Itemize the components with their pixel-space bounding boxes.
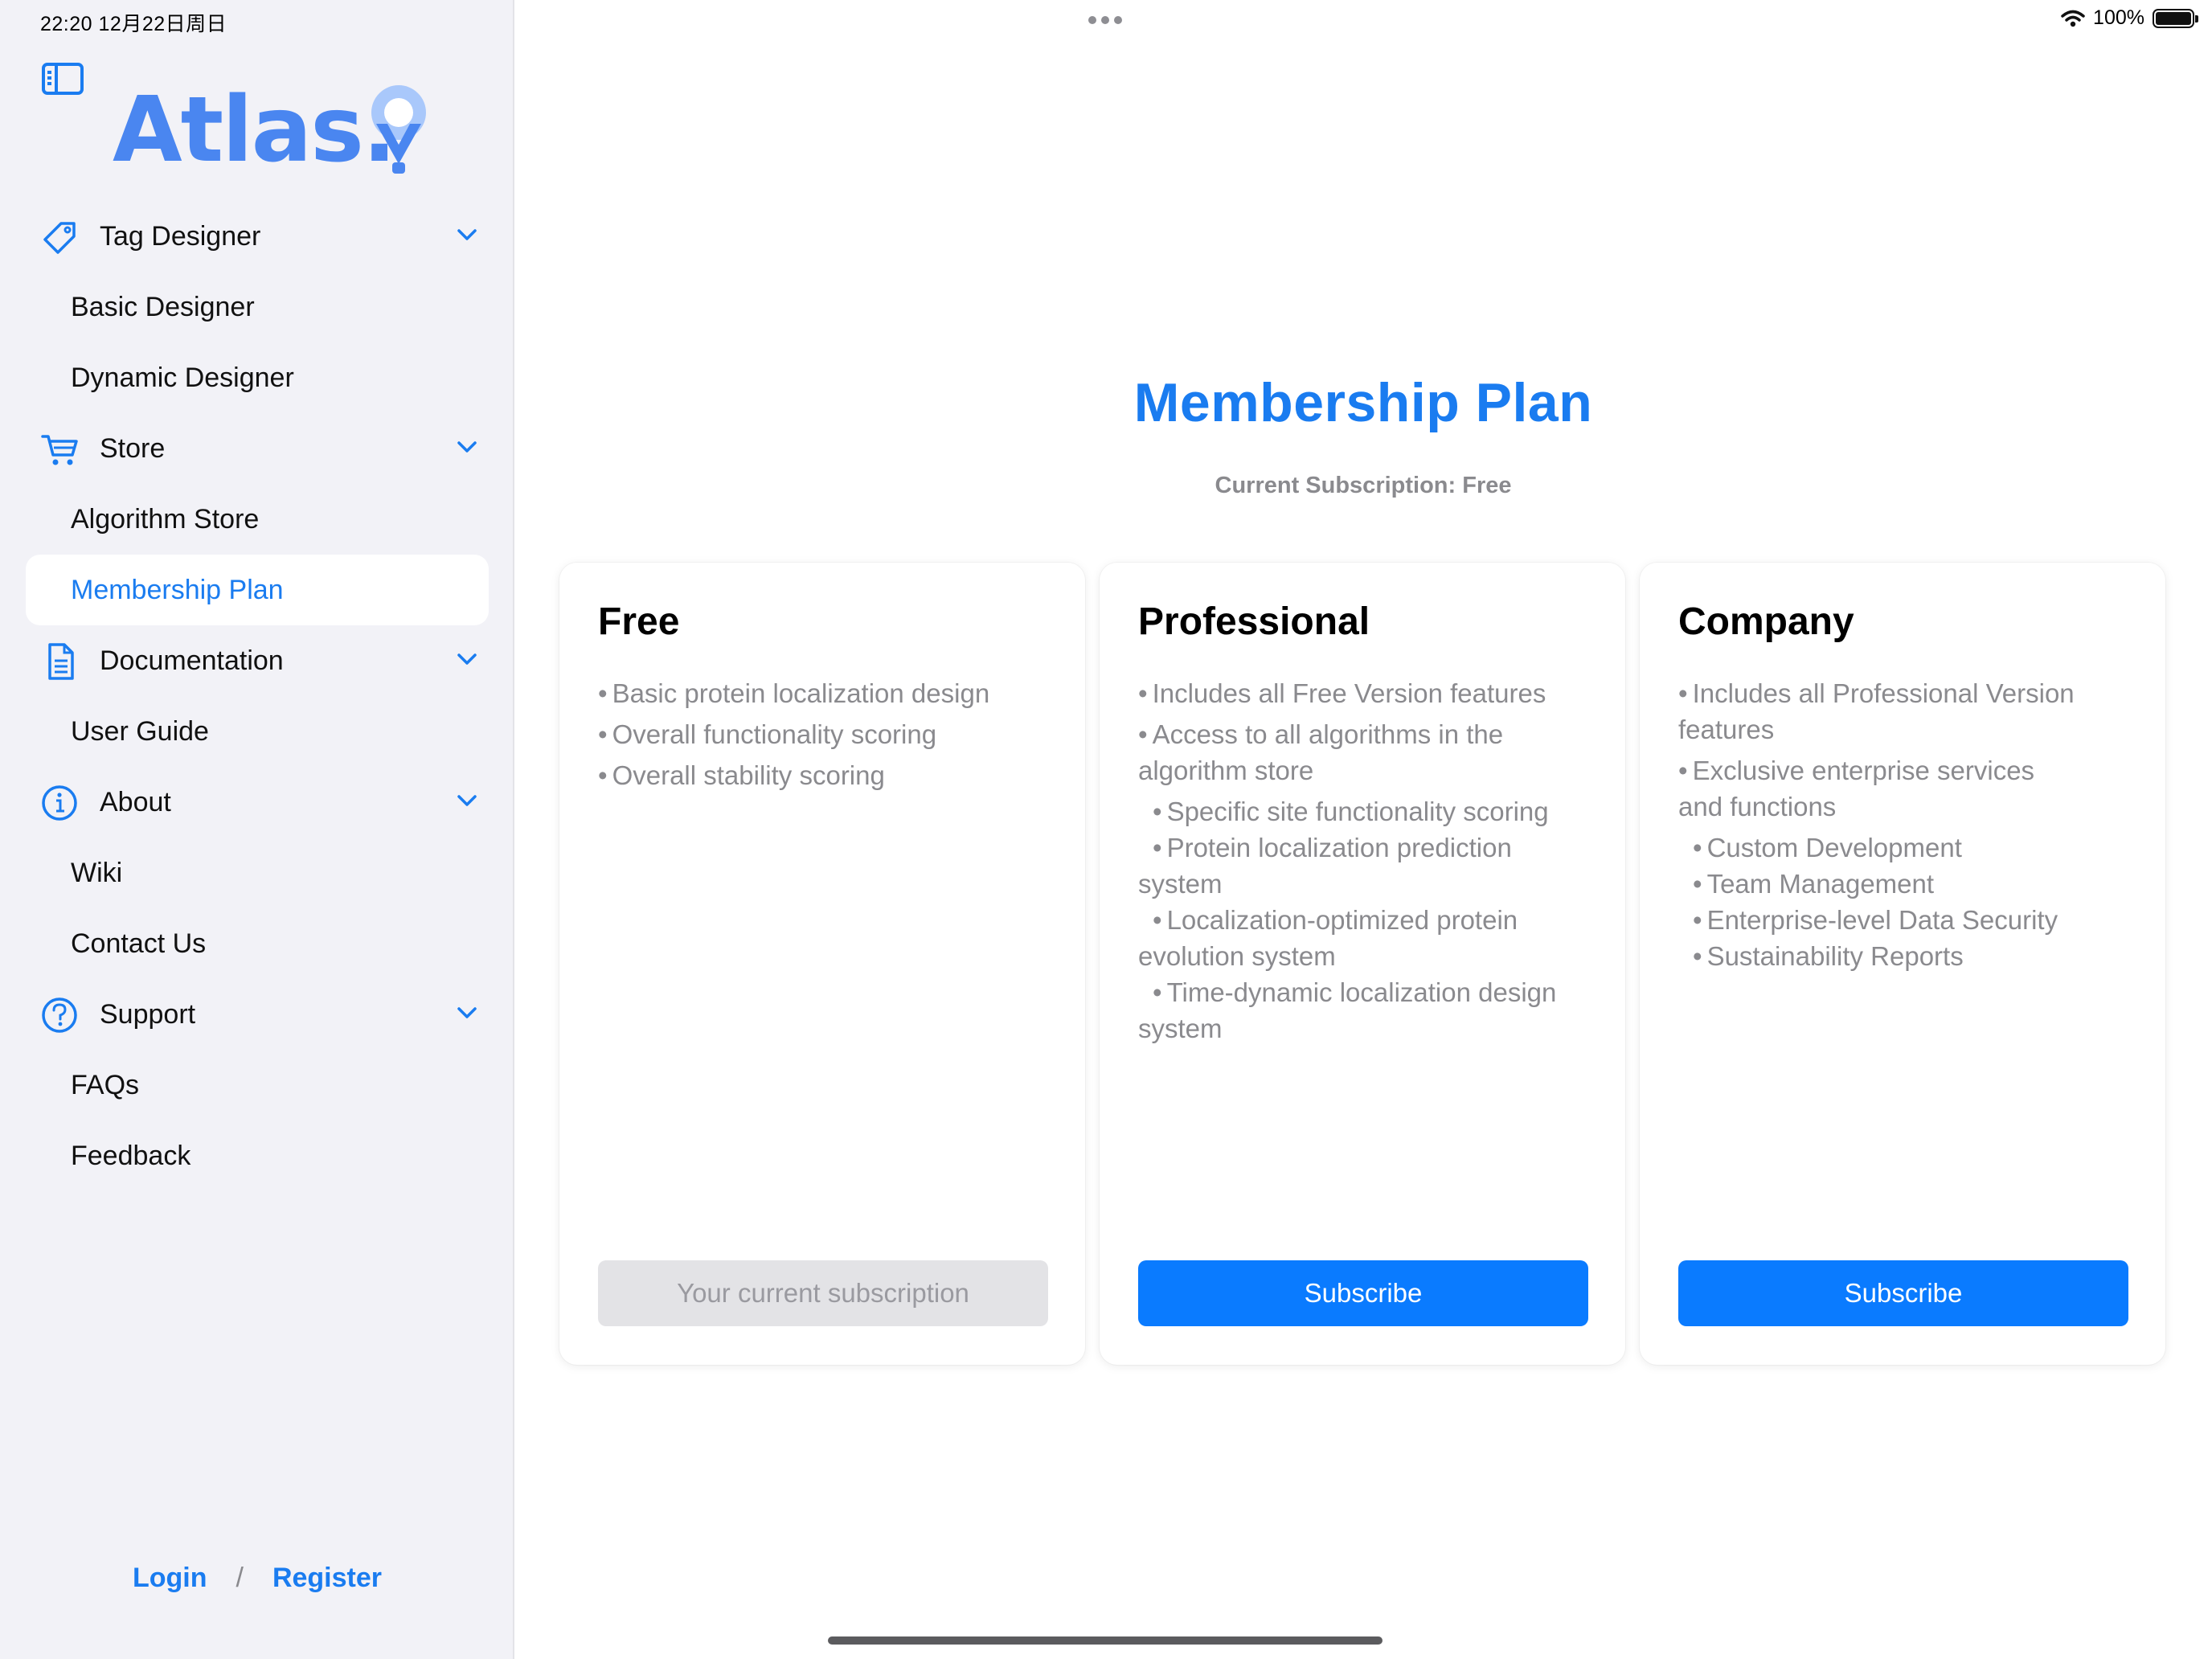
status-time: 22:20 12月22日周日 <box>40 13 227 35</box>
current-subscription-button: Your current subscription <box>598 1260 1048 1326</box>
sidebar-item-label: Feedback <box>71 1140 191 1171</box>
sidebar-item-label: Membership Plan <box>71 574 284 605</box>
battery-percentage: 100% <box>2093 6 2144 29</box>
sidebar-item-user-guide[interactable]: User Guide <box>0 696 514 767</box>
sidebar-item-label: FAQs <box>71 1069 140 1100</box>
sidebar-item-label: Dynamic Designer <box>71 362 294 393</box>
sidebar-nav: Tag Designer Basic Designer Dynamic Desi… <box>0 201 514 1191</box>
sidebar-item-label: Basic Designer <box>71 291 255 322</box>
plan-feature: • Access to all algorithms in the algorit… <box>1138 719 1504 785</box>
plan-feature: • Overall stability scoring <box>598 760 885 790</box>
chevron-down-icon[interactable] <box>457 227 477 243</box>
sidebar-section-tag-designer[interactable]: Tag Designer <box>0 201 514 272</box>
plan-sub-feature: • Custom Development <box>1693 833 1962 862</box>
sidebar-item-contact-us[interactable]: Contact Us <box>0 908 514 979</box>
plan-card-professional: Professional • Includes all Free Version … <box>1100 563 1625 1365</box>
page-title: Membership Plan <box>1133 372 1593 433</box>
sidebar-section-label: Documentation <box>100 645 284 676</box>
register-link[interactable]: Register <box>272 1563 382 1593</box>
sidebar-item-wiki[interactable]: Wiki <box>0 838 514 908</box>
sidebar-item-label: Wiki <box>71 857 123 888</box>
battery-icon <box>2153 8 2198 28</box>
chevron-down-icon[interactable] <box>457 1005 477 1021</box>
subscribe-company-button[interactable]: Subscribe <box>1678 1260 2128 1326</box>
current-subscription-label: Current Subscription: Free <box>1215 473 1512 498</box>
location-pin-icon <box>371 85 426 174</box>
sidebar-section-documentation[interactable]: Documentation <box>0 625 514 696</box>
sidebar-item-label: Contact Us <box>71 928 207 959</box>
plan-sub-feature: • Team Management <box>1693 869 1935 899</box>
chevron-down-icon[interactable] <box>457 651 477 667</box>
auth-links: Login / Register <box>0 1563 514 1594</box>
auth-separator: / <box>236 1563 244 1593</box>
sidebar-section-about[interactable]: About <box>0 767 514 838</box>
sidebar-section-label: Store <box>100 432 166 464</box>
sidebar-item-dynamic-designer[interactable]: Dynamic Designer <box>0 342 514 413</box>
chevron-down-icon[interactable] <box>457 793 477 809</box>
plan-sub-feature: • Enterprise-level Data Security <box>1693 905 2058 935</box>
sidebar: 22:20 12月22日周日 Atlas. Tag Designer Basic… <box>0 0 514 1659</box>
plan-card-free: Free • Basic protein localization design … <box>559 563 1085 1365</box>
plan-feature-list: • Includes all Professional Version featu… <box>1678 675 2080 974</box>
multitask-dots-icon[interactable] <box>1088 16 1122 24</box>
plan-cards: Free • Basic protein localization design … <box>559 563 2165 1365</box>
plan-feature-list: • Basic protein localization design • Over… <box>598 675 1056 798</box>
sidebar-item-membership-plan[interactable]: Membership Plan <box>26 555 489 625</box>
chevron-down-icon[interactable] <box>457 439 477 455</box>
info-icon <box>42 785 77 821</box>
question-icon <box>42 997 77 1033</box>
plan-name: Professional <box>1138 600 1370 643</box>
sidebar-section-support[interactable]: Support <box>0 979 514 1050</box>
document-icon <box>48 643 74 680</box>
subscribe-professional-button[interactable]: Subscribe <box>1138 1260 1588 1326</box>
tag-icon <box>43 222 76 254</box>
sidebar-section-label: Support <box>100 998 196 1030</box>
plan-name: Company <box>1678 600 1854 643</box>
sidebar-item-algorithm-store[interactable]: Algorithm Store <box>0 484 514 555</box>
plan-name: Free <box>598 600 680 643</box>
sidebar-toggle-icon[interactable] <box>42 63 84 95</box>
sidebar-item-basic-designer[interactable]: Basic Designer <box>0 272 514 342</box>
plan-sub-feature: • Specific site functionality scoring <box>1153 797 1549 826</box>
logo-text: Atlas. <box>113 78 396 182</box>
plan-feature: • Exclusive enterprise services and funct… <box>1678 756 2035 821</box>
home-indicator[interactable] <box>828 1636 1382 1645</box>
plan-feature: • Includes all Free Version features <box>1138 678 1546 708</box>
plan-feature: • Includes all Professional Version featu… <box>1678 678 2075 744</box>
sidebar-section-label: About <box>100 786 171 817</box>
atlas-logo: Atlas. <box>113 74 434 186</box>
sidebar-section-label: Tag Designer <box>100 220 261 252</box>
plan-sub-feature: • Localization-optimized protein evolutio… <box>1138 905 1518 971</box>
login-link[interactable]: Login <box>133 1563 207 1593</box>
status-right: 100% <box>2061 6 2198 30</box>
plan-sub-feature: • Protein localization prediction system <box>1138 833 1512 899</box>
sidebar-section-store[interactable]: Store <box>0 413 514 484</box>
sidebar-item-label: Algorithm Store <box>71 503 260 535</box>
app-root: 22:20 12月22日周日 Atlas. Tag Designer Basic… <box>0 0 2212 1659</box>
plan-feature-list: • Includes all Free Version features • Acc… <box>1138 675 1596 1047</box>
sidebar-item-feedback[interactable]: Feedback <box>0 1120 514 1191</box>
cart-icon <box>41 435 78 465</box>
plan-sub-feature: • Time-dynamic localization design system <box>1138 977 1557 1043</box>
plan-feature: • Basic protein localization design <box>598 678 990 708</box>
wifi-icon <box>2061 10 2085 27</box>
plan-sub-feature: • Sustainability Reports <box>1693 941 1964 971</box>
sidebar-item-label: User Guide <box>71 715 209 747</box>
plan-card-company: Company • Includes all Professional Versi… <box>1640 563 2165 1365</box>
plan-feature: • Overall functionality scoring <box>598 719 937 749</box>
sidebar-item-faqs[interactable]: FAQs <box>0 1050 514 1120</box>
